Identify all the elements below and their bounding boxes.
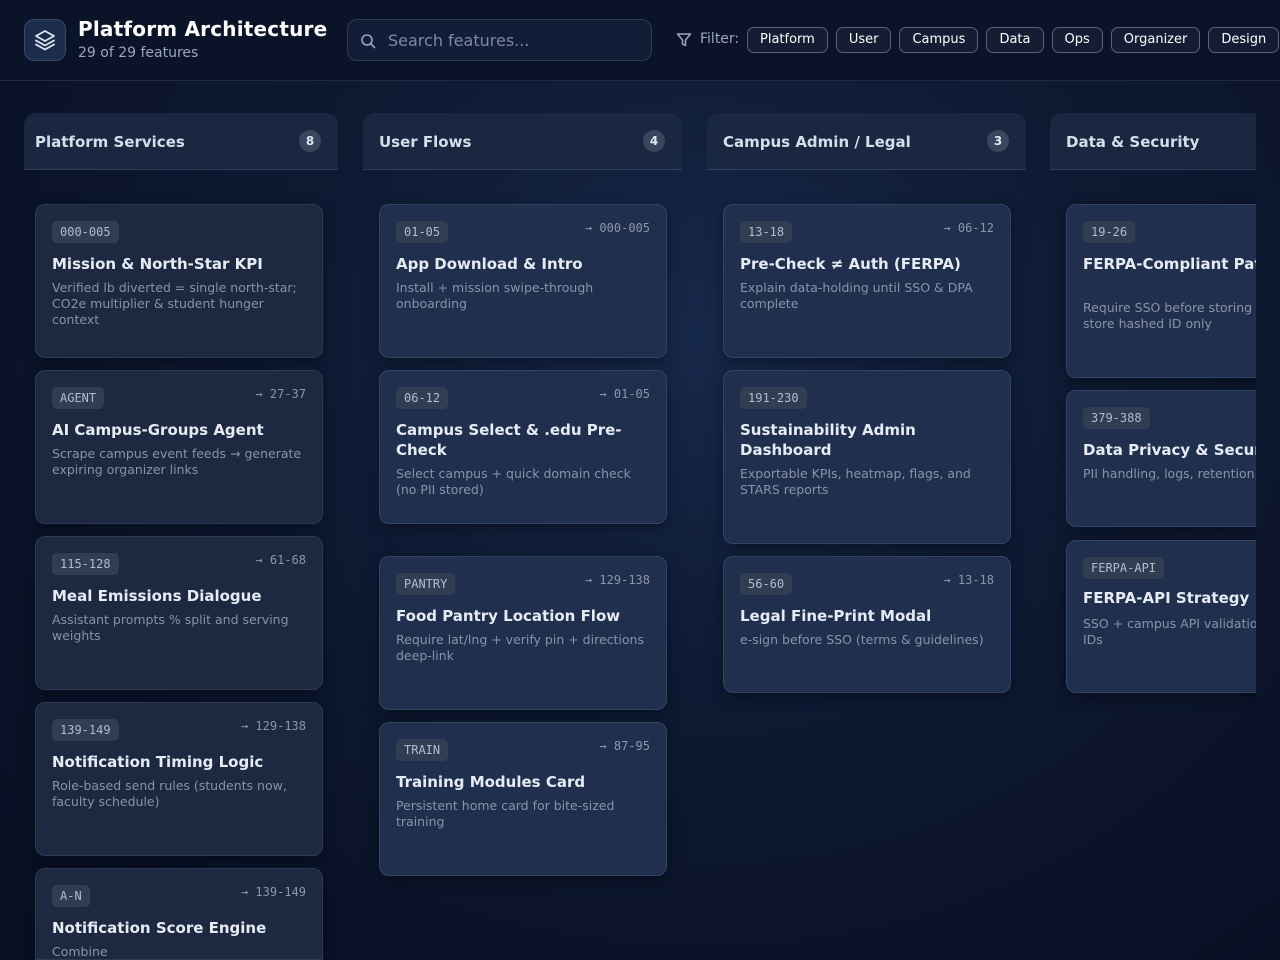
card-code-badge: 115-128 (52, 553, 119, 575)
search-icon (360, 33, 376, 53)
feature-card[interactable]: 13-18 → 06-12 Pre-Check ≠ Auth (FERPA) E… (723, 204, 1011, 358)
card-code-badge: 139-149 (52, 719, 119, 741)
card-description: Assistant prompts % split and serving we… (52, 612, 289, 643)
card-title: FERPA-Compliant Path only (1083, 255, 1256, 273)
card-code-badge: 379-388 (1083, 407, 1150, 429)
card-title: Meal Emissions Dialogue (52, 587, 262, 605)
column-title: User Flows (379, 133, 472, 151)
filter-label: Filter: (700, 31, 740, 47)
card-description: Scrape campus event feeds → generate exp… (52, 446, 302, 477)
filter-chip-design[interactable]: Design (1208, 27, 1280, 53)
card-title: App Download & Intro (396, 255, 583, 273)
card-title: Data Privacy & Security (1083, 441, 1256, 459)
card-description: Combine (52, 944, 108, 959)
card-title: Notification Score Engine (52, 919, 267, 937)
card-description: Require SSO before storing data claims; … (1083, 300, 1256, 331)
feature-card[interactable]: 379-388 Data Privacy & Security PII hand… (1066, 390, 1256, 527)
feature-card[interactable]: 56-60 → 13-18 Legal Fine-Print Modal e-s… (723, 556, 1011, 693)
layers-logo-icon (24, 19, 66, 61)
card-code-badge: PANTRY (396, 573, 456, 595)
card-title: Food Pantry Location Flow (396, 607, 621, 625)
card-title: Training Modules Card (396, 773, 586, 791)
card-code-badge: AGENT (52, 387, 105, 409)
card-title: Campus Select & .edu Pre-Check (396, 421, 622, 459)
card-title: Sustainability Admin Dashboard (740, 421, 916, 459)
card-code-badge: 13-18 (740, 221, 793, 243)
column-title: Platform Services (35, 133, 185, 151)
card-title: Notification Timing Logic (52, 753, 264, 771)
app-title: Platform Architecture (78, 17, 328, 41)
column-count-badge: 3 (987, 130, 1009, 152)
feature-card[interactable]: 01-05 → 000-005 App Download & Intro Ins… (379, 204, 667, 358)
card-dependency-link[interactable]: → 06-12 (943, 221, 994, 235)
card-code-badge: 01-05 (396, 221, 449, 243)
card-dependency-link[interactable]: → 139-149 (241, 885, 306, 899)
feature-card[interactable]: FERPA-API FERPA-API Strategy SSO + campu… (1066, 540, 1256, 693)
card-title: Mission & North-Star KPI (52, 255, 263, 273)
card-description: Role-based send rules (students now, fac… (52, 778, 287, 809)
card-description: Install + mission swipe-through onboardi… (396, 280, 594, 311)
card-description: Explain data-holding until SSO & DPA com… (740, 280, 973, 311)
card-dependency-link[interactable]: → 129-138 (585, 573, 650, 587)
card-title: Pre-Check ≠ Auth (FERPA) (740, 255, 961, 273)
column-count-badge: 8 (299, 130, 321, 152)
card-description: Verified lb diverted = single north-star… (52, 280, 297, 327)
card-dependency-link[interactable]: → 129-138 (241, 719, 306, 733)
feature-card[interactable]: 191-230 Sustainability Admin Dashboard E… (723, 370, 1011, 544)
filter-icon (676, 32, 692, 52)
card-description: Require lat/lng + verify pin + direction… (396, 632, 644, 663)
card-dependency-link[interactable]: → 000-005 (585, 221, 650, 235)
card-title: Legal Fine-Print Modal (740, 607, 932, 625)
card-code-badge: 19-26 (1083, 221, 1136, 243)
feature-count: 29 of 29 features (78, 45, 199, 61)
feature-card[interactable]: A-N → 139-149 Notification Score Engine … (35, 868, 323, 960)
feature-card[interactable]: AGENT → 27-37 AI Campus-Groups Agent Scr… (35, 370, 323, 524)
column-data-security: Data & Security 19-26 FERPA-Compliant Pa… (1050, 113, 1256, 960)
filter-chip-data[interactable]: Data (986, 27, 1044, 53)
column-header: User Flows 4 (363, 113, 682, 170)
card-dependency-link[interactable]: → 87-95 (599, 739, 650, 753)
card-description: PII handling, logs, retention, (1083, 466, 1256, 481)
card-code-badge: FERPA-API (1083, 557, 1165, 579)
feature-card[interactable]: PANTRY → 129-138 Food Pantry Location Fl… (379, 556, 667, 710)
card-description: SSO + campus API validation; hashed IDs (1083, 616, 1256, 647)
filter-chip-platform[interactable]: Platform (747, 27, 828, 53)
feature-card[interactable]: 19-26 FERPA-Compliant Path only Require … (1066, 204, 1256, 378)
feature-card[interactable]: 115-128 → 61-68 Meal Emissions Dialogue … (35, 536, 323, 690)
top-bar: Platform Architecture 29 of 29 features … (0, 0, 1280, 81)
column-count-badge: 4 (643, 130, 665, 152)
feature-card[interactable]: 139-149 → 129-138 Notification Timing Lo… (35, 702, 323, 856)
card-title: FERPA-API Strategy (1083, 589, 1250, 607)
card-dependency-link[interactable]: → 61-68 (255, 553, 306, 567)
feature-card[interactable]: 000-005 Mission & North-Star KPI Verifie… (35, 204, 323, 358)
card-code-badge: 191-230 (740, 387, 807, 409)
card-code-badge: 06-12 (396, 387, 449, 409)
filter-chip-organizer[interactable]: Organizer (1110, 27, 1201, 53)
card-code-badge: A-N (52, 885, 90, 907)
card-code-badge: 56-60 (740, 573, 793, 595)
card-dependency-link[interactable]: → 01-05 (599, 387, 650, 401)
column-header: Data & Security (1050, 113, 1256, 170)
feature-card[interactable]: TRAIN → 87-95 Training Modules Card Pers… (379, 722, 667, 876)
feature-card[interactable]: 06-12 → 01-05 Campus Select & .edu Pre-C… (379, 370, 667, 524)
filter-chips: Platform User Campus Data Ops Organizer … (747, 27, 1280, 53)
column-header: Platform Services 8 (24, 113, 338, 170)
filter-chip-ops[interactable]: Ops (1051, 27, 1103, 53)
column-header: Campus Admin / Legal 3 (707, 113, 1026, 170)
search-input[interactable] (388, 20, 643, 60)
filter-chip-user[interactable]: User (835, 27, 892, 53)
filter-chip-campus[interactable]: Campus (899, 27, 979, 53)
search-box (347, 19, 652, 61)
column-title: Data & Security (1066, 133, 1200, 151)
card-dependency-link[interactable]: → 13-18 (943, 573, 994, 587)
card-description: e-sign before SSO (terms & guidelines) (740, 632, 984, 647)
card-description: Select campus + quick domain check (no P… (396, 466, 631, 497)
column-title: Campus Admin / Legal (723, 133, 911, 151)
card-code-badge: TRAIN (396, 739, 449, 761)
card-code-badge: 000-005 (52, 221, 119, 243)
card-dependency-link[interactable]: → 27-37 (255, 387, 306, 401)
card-description: Exportable KPIs, heatmap, flags, and STA… (740, 466, 971, 497)
card-title: AI Campus-Groups Agent (52, 421, 264, 439)
card-description: Persistent home card for bite-sized trai… (396, 798, 615, 829)
